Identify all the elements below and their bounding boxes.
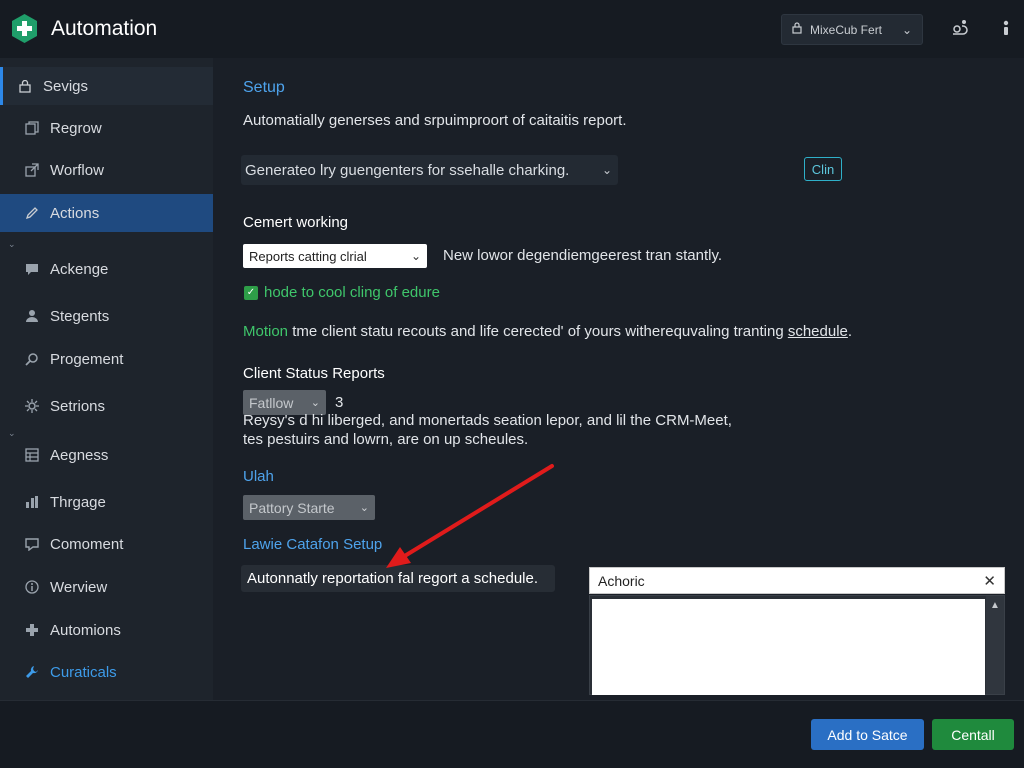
- achoric-panel-header: Achoric ✕: [589, 567, 1005, 594]
- bar-chart-icon: [24, 494, 40, 510]
- chat-bubble-icon: [24, 261, 40, 277]
- clin-button[interactable]: Clin: [804, 157, 842, 181]
- notification-settings-icon[interactable]: [947, 16, 971, 40]
- sidebar-item-label: Ackenge: [50, 260, 109, 278]
- chevron-down-icon: ⌄: [310, 397, 320, 409]
- person-icon: [24, 308, 40, 324]
- add-to-satce-button[interactable]: Add to Satce: [811, 719, 924, 750]
- comment-icon: [24, 536, 40, 552]
- callout-text-box: Autonnatly reportation fal regort a sche…: [241, 565, 555, 592]
- settings-icon: [24, 398, 40, 414]
- reports-select[interactable]: Reports catting clrial ⌄: [243, 244, 427, 268]
- checkbox-checked[interactable]: ✓: [244, 285, 258, 300]
- sidebar-item-label: Setrions: [50, 397, 106, 415]
- search-icon: [24, 351, 40, 367]
- panel-title: Achoric: [598, 572, 645, 589]
- close-icon[interactable]: ✕: [983, 572, 996, 590]
- sidebar-item-label: Aegness: [50, 446, 109, 464]
- client-status-heading: Client Status Reports: [243, 365, 385, 382]
- reports-select-value: Reports catting clrial: [249, 248, 367, 264]
- user-menu-dropdown[interactable]: MixeCub Fert ⌄: [781, 14, 923, 45]
- generator-select-value: Generateo lry guengenters for ssehalle c…: [245, 161, 570, 179]
- sidebar: Sevigs Regrow Worflow Actions ⌄ Ackenge …: [0, 58, 221, 700]
- sidebar-item-worflow[interactable]: Worflow: [0, 151, 213, 189]
- sidebar-item-sevigs[interactable]: Sevigs: [0, 67, 213, 105]
- sidebar-item-thrgage[interactable]: Thrgage: [0, 483, 213, 521]
- motion-line: Motion tme client statu recouts and life…: [243, 323, 852, 340]
- sidebar-item-stegents[interactable]: Stegents: [0, 297, 213, 335]
- sidebar-item-label: Sevigs: [43, 77, 89, 95]
- wrench-icon: [24, 664, 40, 680]
- pencil-icon: [24, 205, 40, 221]
- chevron-down-icon: ⌄: [901, 22, 912, 37]
- generator-select[interactable]: Generateo lry guengenters for ssehalle c…: [241, 155, 618, 185]
- sidebar-item-automions[interactable]: Automions: [0, 611, 213, 649]
- panel-content-area[interactable]: [592, 599, 985, 695]
- sidebar-item-actions[interactable]: Actions: [0, 194, 221, 232]
- sidebar-item-label: Comoment: [50, 535, 124, 553]
- info-icon: [24, 579, 40, 595]
- checkbox-label-prefix: hode to cool cling of edure: [264, 284, 440, 301]
- chevron-up-icon[interactable]: ▲: [990, 600, 1000, 611]
- more-options-icon[interactable]: [994, 16, 1018, 40]
- section-heading-current: Cemert working: [243, 214, 349, 231]
- external-link-icon: [24, 162, 40, 178]
- client-description-line1: Reysy's d hi liberged, and monertads sea…: [243, 412, 732, 429]
- sidebar-item-label: Thrgage: [50, 493, 106, 511]
- reports-note: New lowor degendiemgeerest tran stantly.: [443, 247, 723, 264]
- app-title: Automation: [51, 17, 158, 40]
- sidebar-item-label: Werview: [50, 578, 108, 596]
- puzzle-icon: [24, 622, 40, 638]
- app-logo-icon: [10, 13, 39, 44]
- pattory-select-value: Pattory Starte: [249, 499, 335, 516]
- schedule-link[interactable]: schedule: [788, 323, 848, 340]
- chevron-down-icon: ⌄: [601, 163, 612, 177]
- motion-end: .: [847, 323, 853, 340]
- setup-description: Automatially generses and srpuimproort o…: [243, 112, 627, 129]
- sidebar-item-regrow[interactable]: Regrow: [0, 109, 213, 147]
- sidebar-item-aegness[interactable]: Aegness: [0, 436, 213, 474]
- cooling-checkbox-row[interactable]: ✓ hode to cool cling of edure: [244, 284, 440, 301]
- motion-label: Motion: [243, 323, 289, 340]
- sidebar-item-comoment[interactable]: Comoment: [0, 525, 213, 563]
- sidebar-item-label: Actions: [50, 204, 100, 222]
- lawie-heading: Lawie Catafon Setup: [243, 536, 383, 553]
- sidebar-item-curaticals[interactable]: Curaticals: [0, 653, 213, 691]
- lock-icon: [17, 78, 33, 94]
- fallow-number: 3: [335, 394, 344, 411]
- sidebar-item-label: Curaticals: [50, 663, 117, 681]
- sidebar-item-label: Stegents: [50, 307, 110, 325]
- chevron-down-icon[interactable]: ⌄: [8, 239, 16, 250]
- scrollbar[interactable]: ▲: [986, 596, 1004, 694]
- pattory-select[interactable]: Pattory Starte ⌄: [243, 495, 375, 520]
- utah-label: Ulah: [243, 468, 274, 485]
- callout-text: Autonnatly reportation fal regort a sche…: [247, 570, 539, 587]
- sidebar-item-label: Worflow: [50, 161, 104, 179]
- sidebar-item-label: Progement: [50, 350, 124, 368]
- sidebar-item-ackenge[interactable]: Ackenge: [0, 250, 213, 288]
- chevron-down-icon: ⌄: [359, 502, 369, 514]
- user-menu-label: MixeCub Fert: [810, 22, 883, 37]
- lock-icon: [792, 22, 802, 37]
- sidebar-item-setrions[interactable]: Setrions: [0, 387, 213, 425]
- sidebar-item-label: Automions: [50, 621, 121, 639]
- motion-text: tme client statu recouts and life cerect…: [292, 323, 788, 340]
- page-title: Setup: [243, 79, 285, 96]
- chevron-down-icon: ⌄: [410, 249, 421, 263]
- sidebar-item-werview[interactable]: Werview: [0, 568, 213, 606]
- grid-icon: [24, 447, 40, 463]
- fallow-select-value: Fatllow: [249, 394, 294, 411]
- sidebar-item-label: Regrow: [50, 119, 102, 137]
- top-bar: Automation MixeCub Fert ⌄: [0, 0, 1024, 58]
- sidebar-item-progement[interactable]: Progement: [0, 340, 213, 378]
- client-description-line2: tes pestuirs and lowrn, are on up scheul…: [243, 431, 529, 448]
- centall-button[interactable]: Centall: [932, 719, 1014, 750]
- checkbox-label: hode to cool cling of edure: [264, 284, 440, 301]
- achoric-panel-body[interactable]: ▲: [589, 595, 1005, 695]
- copy-icon: [24, 120, 40, 136]
